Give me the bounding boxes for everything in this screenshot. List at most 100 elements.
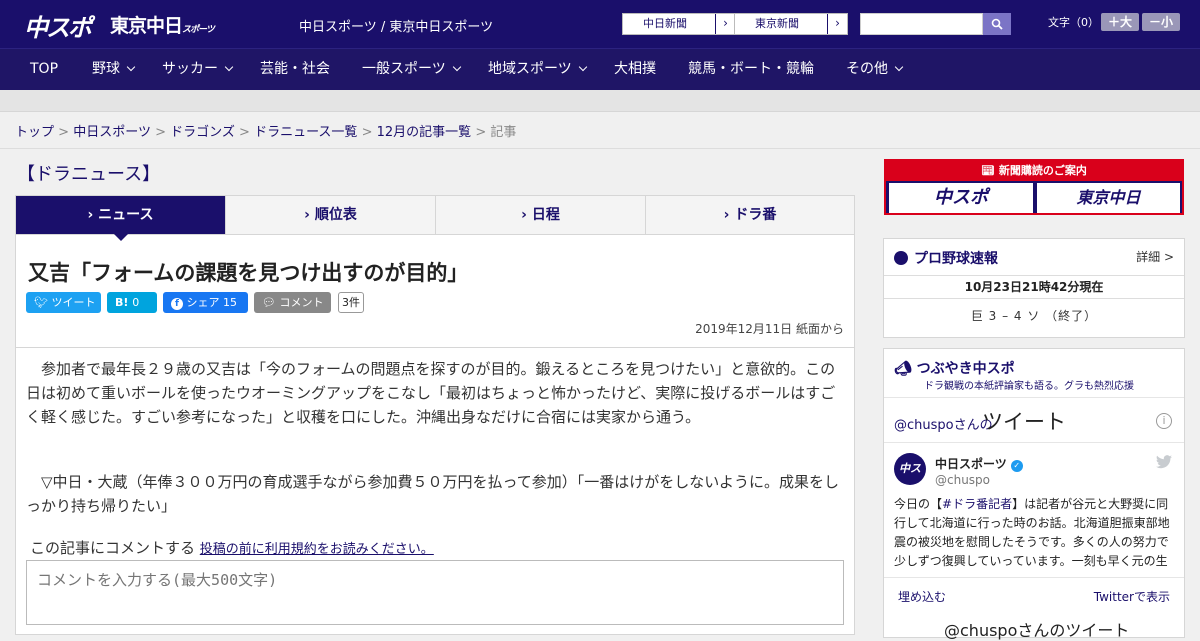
nav-item-local-sports[interactable]: 地域スポーツ [488, 49, 587, 91]
chunichi-shimbun-link[interactable]: 中日新聞 › [622, 13, 736, 35]
nav-item-top[interactable]: TOP [30, 49, 58, 91]
breadcrumb-current: 記事 [490, 125, 517, 140]
timeline-heading: ツイート [982, 410, 1066, 434]
view-on-twitter-link[interactable]: Twitterで表示 [1094, 588, 1170, 605]
tweet-button[interactable]: 🐦︎ ツイート [26, 292, 101, 313]
nav-label: 大相撲 [614, 61, 656, 77]
twitter-widget: 📣︎ つぶやき中スポ ドラ観戦の本紙評論家も語る。グラも熱烈応援 @chuspo… [883, 348, 1185, 640]
facebook-share-button[interactable]: f シェア 15 [163, 292, 248, 313]
breadcrumb-separator: > [239, 125, 250, 140]
top-header: 中スポ 東京中日スポーツ 中日スポーツ / 東京中日スポーツ 中日新聞 › 東京… [0, 0, 1200, 48]
scores-detail-link[interactable]: 詳細 > [1136, 248, 1174, 265]
promo-title-text: 新聞購読のご案内 [998, 164, 1087, 177]
tokyo-link-label: 東京新聞 [755, 17, 799, 30]
article-paragraph: ▽中日・大蔵（年俸３００万円の育成選手ながら参加費５０万円を払って参加）「一番は… [26, 473, 839, 515]
hatena-icon: B! [115, 296, 129, 309]
chuspo-logo[interactable]: 中スポ [24, 8, 92, 43]
breadcrumb-chunichi-sports[interactable]: 中日スポーツ [73, 125, 151, 140]
tab-label: 日程 [531, 207, 560, 223]
facebook-count: 15 [223, 296, 237, 309]
newspaper-icon: 📰︎ [981, 164, 999, 177]
tab-arrow-icon: › [723, 207, 735, 223]
article-headline: 又吉「フォームの課題を見つけ出すのが目的」 [28, 261, 469, 285]
chevron-down-icon [452, 62, 461, 72]
hatena-bookmark-button[interactable]: B! 0 [107, 292, 157, 313]
timeline-header: @chuspoさんの ツイート i [884, 397, 1184, 443]
tokyo-logo-sub: スポーツ [182, 25, 215, 35]
nav-label: 競馬・ボート・競輪 [688, 61, 814, 77]
divider [16, 347, 854, 348]
breadcrumb-december-list[interactable]: 12月の記事一覧 [377, 125, 472, 140]
timeline-bottom-heading: @chuspoさんのツイート [944, 621, 1130, 640]
tab-arrow-icon: › [521, 207, 532, 223]
chevron-right-icon: › [715, 14, 735, 34]
article-dateline: 2019年12月11日 紙面から [695, 322, 844, 336]
nav-item-baseball[interactable]: 野球 [92, 49, 136, 91]
facebook-label: シェア [186, 296, 220, 309]
tweet-account-user[interactable]: @chuspo [935, 473, 990, 487]
nav-label: その他 [846, 61, 888, 77]
account-name-text: 中日スポーツ [935, 457, 1007, 471]
font-bigger-button[interactable]: ＋大 [1101, 13, 1139, 31]
comment-count-badge: 3件 [338, 292, 364, 313]
tab-news[interactable]: › ニュース [16, 196, 226, 241]
tab-label: ニュース [98, 207, 154, 223]
nav-item-racing[interactable]: 競馬・ボート・競輪 [688, 49, 814, 91]
font-size-label: 文字（0） [1048, 16, 1099, 29]
comment-button[interactable]: 💬︎ コメント [254, 292, 331, 313]
chunichi-link-label: 中日新聞 [643, 17, 687, 30]
nav-item-general-sports[interactable]: 一般スポーツ [362, 49, 461, 91]
tab-arrow-icon: › [87, 207, 99, 223]
breadcrumb-top[interactable]: トップ [15, 125, 54, 140]
baseball-scores-widget: プロ野球速報 詳細 > 10月23日21時42分現在 巨 3 – 4 ソ （終了… [883, 238, 1185, 338]
font-smaller-button[interactable]: －小 [1142, 13, 1180, 31]
divider [0, 148, 1200, 149]
tweets-subtitle: ドラ観戦の本紙評論家も語る。グラも熱烈応援 [924, 381, 1134, 392]
nav-item-sumo[interactable]: 大相撲 [614, 49, 656, 91]
comment-prompt-label: この記事にコメントする [30, 539, 196, 557]
avatar[interactable]: 中スポ [894, 453, 926, 507]
breadcrumb: トップ > 中日スポーツ > ドラゴンズ > ドラニュース一覧 > 12月の記事… [15, 121, 516, 140]
tokyo-chunichi-logo[interactable]: 東京中日スポーツ [110, 11, 215, 38]
hatena-count: 0 [132, 296, 140, 309]
nav-item-other[interactable]: その他 [846, 49, 904, 91]
score-game-result[interactable]: 巨 3 – 4 ソ （終了） [884, 307, 1184, 324]
site-name: 中日スポーツ / 東京中日スポーツ [299, 20, 494, 35]
tab-dora-ban[interactable]: › ドラ番 [646, 196, 854, 235]
info-icon[interactable]: i [1156, 413, 1172, 429]
breadcrumb-separator: > [58, 125, 70, 140]
promo-tokyo-logo[interactable]: 東京中日 [1037, 183, 1180, 213]
tweet-hashtag-link[interactable]: #ドラ番記者 [942, 497, 1012, 511]
promo-chuspo-logo[interactable]: 中スポ [889, 183, 1033, 213]
nav-label: TOP [30, 61, 59, 77]
article-paragraph: 参加者で最年長２９歳の又吉は「今のフォームの問題点を探すのが目的。鍛えるところを… [26, 360, 836, 426]
comment-textarea[interactable] [26, 560, 844, 625]
baseball-icon [894, 251, 908, 265]
nav-item-soccer[interactable]: サッカー [162, 49, 234, 91]
tab-schedule[interactable]: › 日程 [436, 196, 646, 235]
comment-prompt: この記事にコメントする 投稿の前に利用規約をお読みください。 [30, 537, 434, 558]
tweet-text: 今日の【#ドラ番記者】は記者が谷元と大野奨に同行して北海道に行った時のお話。北海… [894, 495, 1176, 567]
timeline-handle[interactable]: @chuspoさんの [894, 414, 993, 433]
embed-link[interactable]: 埋め込む [898, 588, 946, 605]
chevron-down-icon [224, 62, 234, 72]
scores-title: プロ野球速報 [894, 248, 998, 268]
ad-spacer [0, 90, 1200, 112]
nav-label: 芸能・社会 [260, 61, 330, 77]
tweets-title: 📣︎ つぶやき中スポ [894, 358, 1015, 378]
section-title: 【ドラニュース】 [17, 164, 161, 185]
subscription-promo[interactable]: 📰︎ 新聞購読のご案内 中スポ 東京中日 [884, 159, 1184, 215]
terms-link[interactable]: 投稿の前に利用規約をお読みください。 [200, 542, 434, 557]
search-input[interactable] [860, 13, 983, 35]
tweet-prefix: 今日の【 [894, 497, 943, 511]
breadcrumb-dragons[interactable]: ドラゴンズ [170, 125, 235, 140]
tweet-account-name[interactable]: 中日スポーツ ✓ [935, 455, 1023, 472]
tab-standings[interactable]: › 順位表 [226, 196, 436, 235]
nav-item-entertainment[interactable]: 芸能・社会 [260, 49, 330, 91]
chevron-down-icon [894, 62, 904, 72]
twitter-bird-icon[interactable] [1156, 455, 1172, 469]
search-button[interactable] [983, 13, 1011, 35]
tokyo-logo-text: 東京中日 [110, 15, 183, 37]
breadcrumb-dora-news-list[interactable]: ドラニュース一覧 [254, 125, 357, 140]
tokyo-shimbun-link[interactable]: 東京新聞 › [734, 13, 848, 35]
